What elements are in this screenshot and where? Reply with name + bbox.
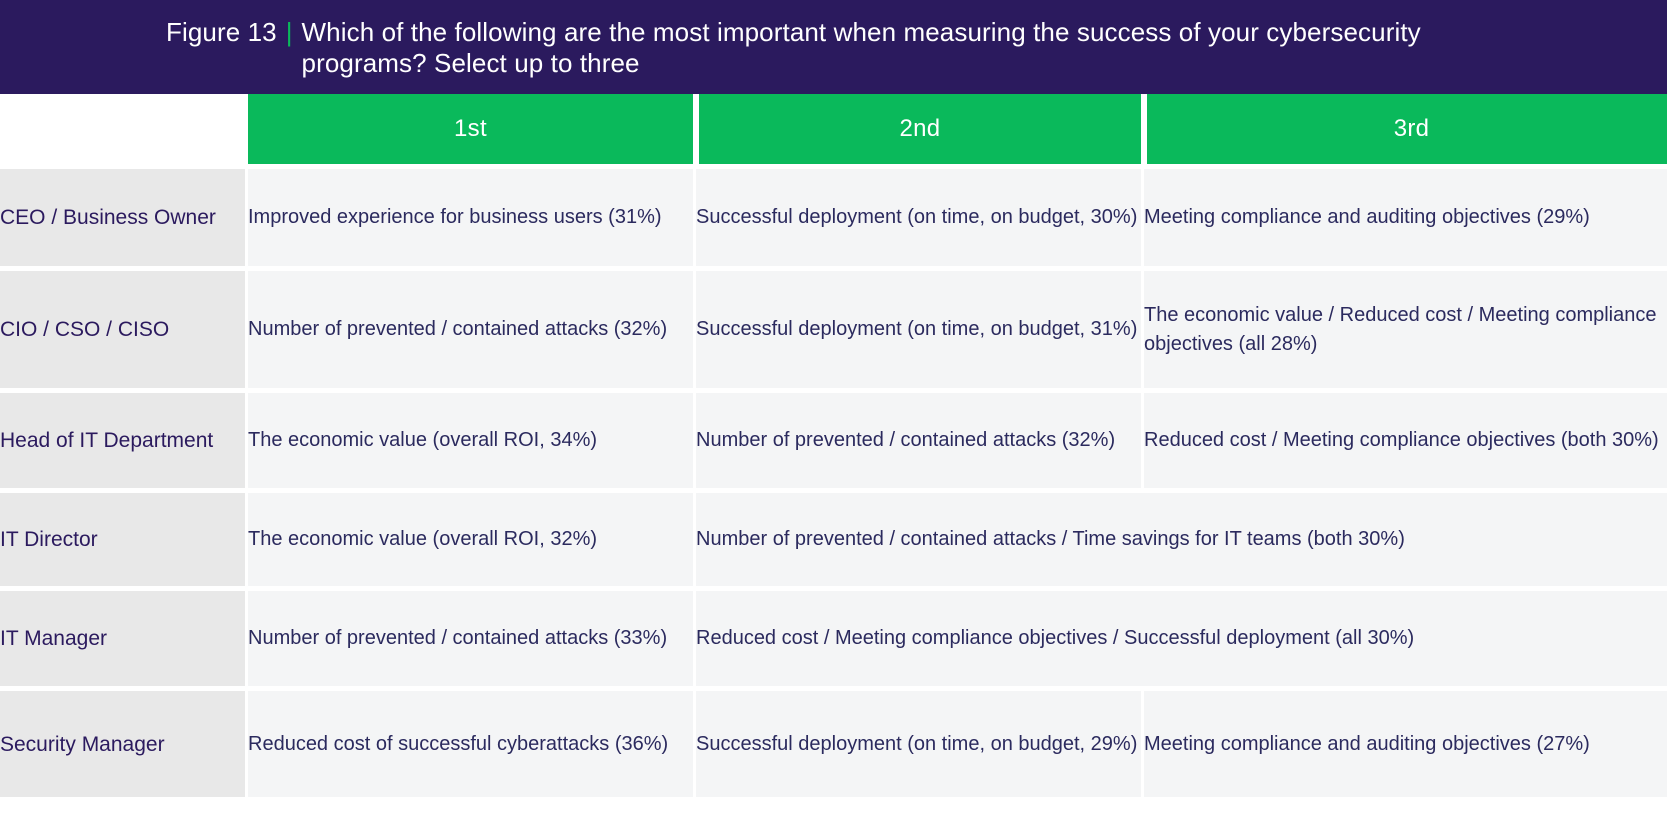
table-row: Head of IT Department The economic value…: [0, 393, 1667, 488]
row-label-ceo-business-owner: CEO / Business Owner: [0, 169, 245, 266]
cell-head-it-1st: The economic value (overall ROI, 34%): [248, 393, 693, 488]
column-header-2nd: 2nd: [696, 94, 1141, 164]
table-header-row: 1st 2nd 3rd: [0, 94, 1667, 164]
row-label-it-director: IT Director: [0, 493, 245, 586]
cell-ceo-2nd: Successful deployment (on time, on budge…: [696, 169, 1141, 266]
figure-container: Figure 13 | Which of the following are t…: [0, 0, 1667, 825]
column-header-1st: 1st: [248, 94, 693, 164]
cell-head-it-2nd: Number of prevented / contained attacks …: [696, 393, 1141, 488]
header-blank-corner: [0, 94, 245, 164]
table-row: CEO / Business Owner Improved experience…: [0, 169, 1667, 266]
cell-cio-2nd: Successful deployment (on time, on budge…: [696, 271, 1141, 388]
cell-it-director-merged-2nd-3rd: Number of prevented / contained attacks …: [696, 493, 1667, 586]
cell-head-it-3rd: Reduced cost / Meeting compliance object…: [1144, 393, 1667, 488]
table-row: Security Manager Reduced cost of success…: [0, 691, 1667, 797]
cell-it-manager-1st: Number of prevented / contained attacks …: [248, 591, 693, 686]
cell-security-manager-2nd: Successful deployment (on time, on budge…: [696, 691, 1141, 797]
results-table: 1st 2nd 3rd CEO / Business Owner Improve…: [0, 94, 1667, 797]
cell-it-director-1st: The economic value (overall ROI, 32%): [248, 493, 693, 586]
cell-security-manager-3rd: Meeting compliance and auditing objectiv…: [1144, 691, 1667, 797]
row-label-it-manager: IT Manager: [0, 591, 245, 686]
cell-security-manager-1st: Reduced cost of successful cyberattacks …: [248, 691, 693, 797]
cell-ceo-1st: Improved experience for business users (…: [248, 169, 693, 266]
figure-question-text: Which of the following are the most impo…: [301, 17, 1421, 78]
row-label-cio-cso-ciso: CIO / CSO / CISO: [0, 271, 245, 388]
table-row: CIO / CSO / CISO Number of prevented / c…: [0, 271, 1667, 388]
figure-title: Figure 13 | Which of the following are t…: [166, 17, 1426, 79]
cell-ceo-3rd: Meeting compliance and auditing objectiv…: [1144, 169, 1667, 266]
cell-cio-3rd: The economic value / Reduced cost / Meet…: [1144, 271, 1667, 388]
cell-it-manager-merged-2nd-3rd: Reduced cost / Meeting compliance object…: [696, 591, 1667, 686]
row-label-head-of-it-department: Head of IT Department: [0, 393, 245, 488]
title-separator-icon: |: [285, 17, 293, 47]
cell-cio-1st: Number of prevented / contained attacks …: [248, 271, 693, 388]
figure-title-band: Figure 13 | Which of the following are t…: [0, 0, 1667, 94]
column-header-3rd: 3rd: [1144, 94, 1667, 164]
row-label-security-manager: Security Manager: [0, 691, 245, 797]
table-row: IT Director The economic value (overall …: [0, 493, 1667, 586]
table-row: IT Manager Number of prevented / contain…: [0, 591, 1667, 686]
figure-number-label: Figure 13: [166, 17, 277, 47]
